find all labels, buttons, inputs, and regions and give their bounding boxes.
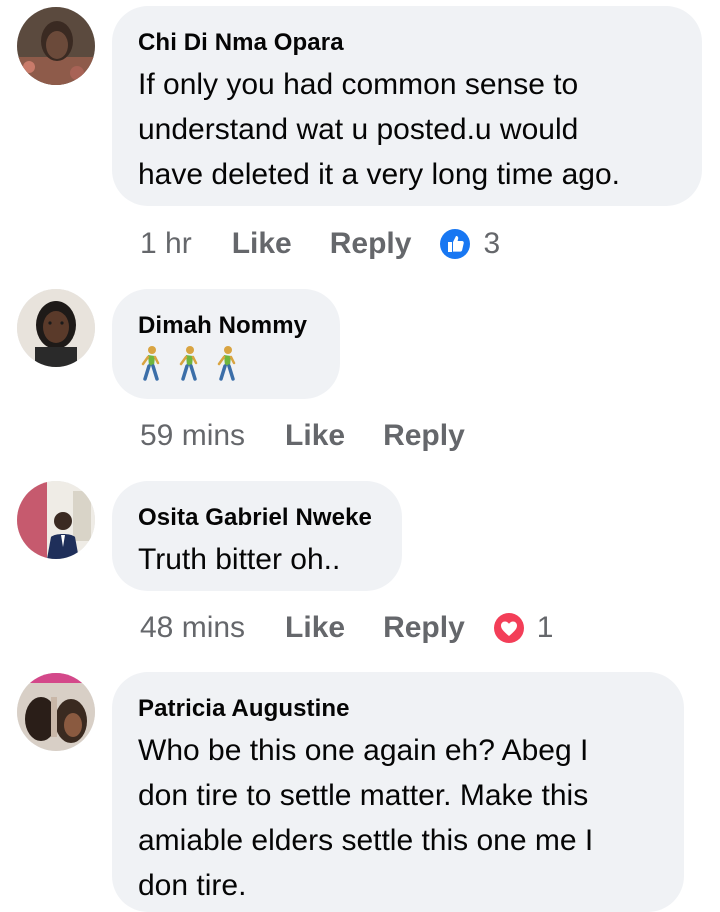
comment-text-line: don tire. [138, 869, 247, 902]
avatar-image [17, 7, 95, 85]
avatar[interactable] [17, 673, 95, 751]
emoji-row [138, 345, 314, 389]
comment-bubble: Osita Gabriel Nweke Truth bitter oh.. [112, 481, 402, 591]
comment-author[interactable]: Osita Gabriel Nweke [138, 503, 376, 533]
comment-author[interactable]: Patricia Augustine [138, 694, 658, 724]
comment-meta: 48 mins Like Reply 1 [140, 608, 553, 648]
like-button[interactable]: Like [232, 227, 292, 261]
comment-time[interactable]: 1 hr [140, 227, 192, 261]
comment-bubble: Patricia Augustine Who be this one again… [112, 672, 684, 912]
comment-bubble: Dimah Nommy [112, 289, 340, 399]
comment-text-line: don tire to settle matter. Make this [138, 779, 589, 812]
avatar[interactable] [17, 481, 95, 559]
avatar[interactable] [17, 7, 95, 85]
comment-text-line: Truth bitter oh.. [138, 543, 341, 576]
comment-text-line: If only you had common sense to [138, 68, 579, 101]
comment-author[interactable]: Chi Di Nma Opara [138, 28, 676, 58]
reaction-count: 3 [483, 227, 501, 260]
thumbs-up-icon [440, 229, 471, 259]
avatar[interactable] [17, 289, 95, 367]
walking-person-emoji [138, 345, 162, 386]
reply-button[interactable]: Reply [383, 419, 465, 453]
reaction-count: 1 [536, 611, 554, 644]
avatar-image [17, 673, 95, 751]
comment-meta: 59 mins Like Reply [140, 416, 503, 456]
comment-text-line: understand wat u posted.u would [138, 113, 579, 146]
walking-person-emoji [176, 345, 200, 386]
avatar-image [17, 481, 95, 559]
like-button[interactable]: Like [285, 419, 345, 453]
walking-person-emoji [214, 345, 238, 386]
like-button[interactable]: Like [285, 611, 345, 645]
reaction-summary[interactable]: 1 [493, 611, 554, 645]
reply-button[interactable]: Reply [330, 227, 412, 261]
comment-meta: 1 hr Like Reply 3 [140, 224, 500, 264]
comment-time[interactable]: 59 mins [140, 419, 245, 453]
comment-bubble: Chi Di Nma Opara If only you had common … [112, 6, 702, 206]
reply-button[interactable]: Reply [383, 611, 465, 645]
comment-author[interactable]: Dimah Nommy [138, 311, 314, 341]
reaction-summary[interactable]: 3 [439, 227, 500, 261]
comment-text-line: have deleted it a very long time ago. [138, 158, 620, 191]
heart-icon [493, 613, 524, 643]
comment-time[interactable]: 48 mins [140, 611, 245, 645]
comment-text-line: amiable elders settle this one me I [138, 824, 594, 857]
avatar-image [17, 289, 95, 367]
comment-text-line: Who be this one again eh? Abeg I [138, 734, 589, 767]
